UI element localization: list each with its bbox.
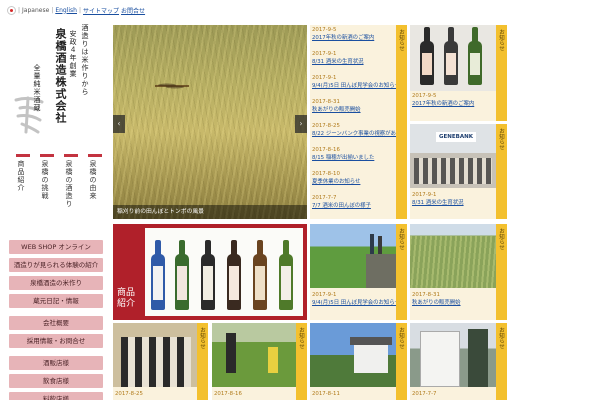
tour-button[interactable]: 酒造りが見られる体験の紹介 bbox=[9, 258, 103, 272]
products-banner[interactable]: 商品紹介 bbox=[113, 224, 307, 320]
news-tile-5[interactable]: 2017-8-31 秋あがりの販売開始 お知らせ bbox=[410, 224, 507, 320]
contact-link[interactable]: お問合せ bbox=[121, 6, 145, 15]
lang-english-link[interactable]: English bbox=[55, 7, 77, 14]
brush-seal-icon bbox=[14, 96, 44, 134]
news-item[interactable]: 2017-8-258/22 ジーンバンク事業の視察がありました bbox=[312, 123, 396, 147]
lang-japanese[interactable]: Japanese bbox=[22, 7, 49, 14]
brand-name: 泉橋酒造株式会社 bbox=[54, 28, 67, 124]
nav-products[interactable]: 商品紹介 bbox=[16, 154, 30, 220]
news-item[interactable]: 2017-9-5 2017年秋の新酒のご案内 bbox=[312, 27, 396, 51]
award-photo bbox=[113, 323, 197, 387]
genebank-sign: GENEBANK bbox=[436, 132, 476, 142]
news-title-link[interactable]: 8/22 ジーンバンク事業の視察がありました bbox=[312, 129, 396, 137]
news-item[interactable]: 2017-9-1 8/31 酒米の生育状況 bbox=[312, 51, 396, 75]
webshop-button[interactable]: WEB SHOP オンライン bbox=[9, 240, 103, 254]
group-photo: GENEBANK bbox=[410, 124, 496, 188]
news-tile-6[interactable]: 2017-8-25 お知らせ bbox=[113, 323, 208, 400]
brand-tagline-2: 安政４年創業 bbox=[69, 30, 77, 78]
field-people-photo bbox=[212, 323, 296, 387]
nav-origin[interactable]: 泉橋の由来 bbox=[88, 154, 102, 220]
news-title-link[interactable]: 8/15 稲穂が出揃いました bbox=[312, 153, 396, 161]
news-title-link[interactable]: 2017年秋の新酒のご案内 bbox=[312, 33, 396, 41]
hero-caption: 稲刈り前の田んぼとトンボの風景 bbox=[113, 205, 307, 219]
rice-farming-button[interactable]: 泉橋酒造の米作り bbox=[9, 276, 103, 290]
news-tile-9[interactable]: 2017-7-7 お知らせ bbox=[410, 323, 507, 400]
recruit-button[interactable]: 採用情報・お問合せ bbox=[9, 334, 103, 348]
news-title-link[interactable]: 秋あがりの販売開始 bbox=[312, 105, 396, 113]
next-slide-button[interactable]: › bbox=[295, 115, 307, 133]
nav-challenge[interactable]: 泉橋の挑戦 bbox=[40, 154, 54, 220]
hero-slideshow[interactable]: ‹ › 稲刈り前の田んぼとトンボの風景 bbox=[113, 25, 307, 219]
news-tile-2[interactable]: GENEBANK 2017-9-1 8/31 酒米の生育状況 お知らせ bbox=[410, 124, 507, 219]
bar-button[interactable]: 料飲店様 bbox=[9, 392, 103, 400]
side-menu: WEB SHOP オンライン 酒造りが見られる体験の紹介 泉橋酒造の米作り 蔵元… bbox=[9, 240, 103, 400]
vertical-nav: 泉橋の由来 泉橋の酒造り 泉橋の挑戦 商品紹介 bbox=[10, 154, 102, 224]
nav-brewing[interactable]: 泉橋の酒造り bbox=[64, 154, 78, 220]
flag-icon bbox=[7, 5, 16, 15]
brewery-photo bbox=[410, 323, 496, 387]
product-bottles-photo bbox=[145, 228, 303, 316]
prev-slide-button[interactable]: ‹ bbox=[113, 115, 125, 133]
news-item[interactable]: 2017-7-7 7/7 酒米の田んぼの様子 bbox=[312, 195, 396, 219]
news-title-link[interactable]: 9/4(月)5日 田んぼ見学会のお知らせです bbox=[312, 81, 396, 89]
news-item[interactable]: 2017-8-10 夏季休業のお知らせ bbox=[312, 171, 396, 195]
language-bar: | Japanese | English | サイトマップ お問合せ bbox=[7, 4, 145, 16]
products-label: 商品紹介 bbox=[117, 288, 136, 309]
news-tile-8[interactable]: 2017-8-11 お知らせ bbox=[310, 323, 407, 400]
news-item[interactable]: 2017-8-16 8/15 稲穂が出揃いました bbox=[312, 147, 396, 171]
news-item[interactable]: 2017-8-31 秋あがりの販売開始 bbox=[312, 99, 396, 123]
brand-logo[interactable]: 酒造りは米作りから 安政４年創業 泉橋酒造株式会社 全量純米酒蔵 bbox=[10, 24, 102, 146]
news-item[interactable]: 2017-9-19/4(月)5日 田んぼ見学会のお知らせです bbox=[312, 75, 396, 99]
news-title-link[interactable]: 夏季休業のお知らせ bbox=[312, 177, 396, 185]
news-tile-7[interactable]: 2017-8-16 お知らせ bbox=[212, 323, 307, 400]
restaurant-button[interactable]: 飲食店様 bbox=[9, 374, 103, 388]
rice-photo bbox=[410, 224, 496, 288]
news-tile-1[interactable]: 2017-9-5 2017年秋の新酒のご案内 お知らせ bbox=[410, 25, 507, 121]
dragonfly-icon bbox=[155, 83, 189, 89]
news-tile-4[interactable]: 2017-9-1 9/4(月)5日 田んぼ見学会のお知らせです お知らせ bbox=[310, 224, 407, 320]
company-button[interactable]: 会社概要 bbox=[9, 316, 103, 330]
field-visit-photo bbox=[310, 224, 396, 288]
bottles-photo bbox=[410, 25, 496, 91]
diary-button[interactable]: 蔵元日記・情報 bbox=[9, 294, 103, 308]
sitemap-link[interactable]: サイトマップ bbox=[83, 6, 119, 15]
building-photo bbox=[310, 323, 396, 387]
news-title-link[interactable]: 8/31 酒米の生育状況 bbox=[312, 57, 396, 65]
brand-tagline-1: 酒造りは米作りから bbox=[81, 24, 89, 96]
liquor-store-button[interactable]: 酒販店様 bbox=[9, 356, 103, 370]
news-list: 2017-9-5 2017年秋の新酒のご案内 2017-9-1 8/31 酒米の生育状… bbox=[310, 25, 407, 219]
news-title-link[interactable]: 7/7 酒米の田んぼの様子 bbox=[312, 201, 396, 209]
news-tab: お知らせ bbox=[396, 25, 407, 219]
